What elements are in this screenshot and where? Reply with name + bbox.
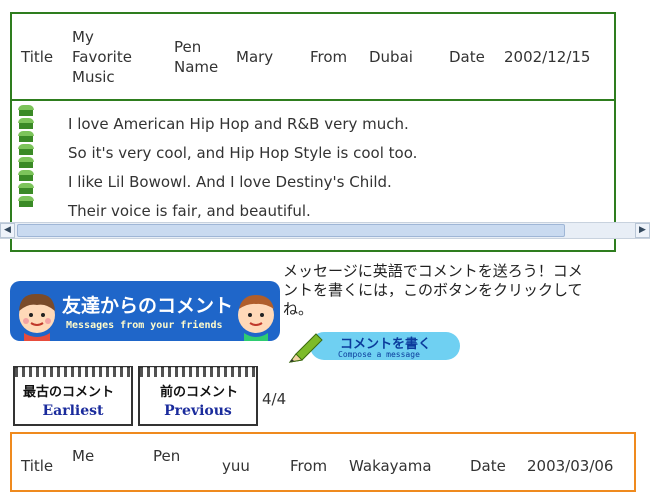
date-value: 2003/03/06 (527, 457, 614, 475)
title-value-line3: Music (72, 68, 115, 86)
message-line: I like Lil Bowowl. And I love Destiny's … (68, 173, 392, 191)
pen-name-value: Mary (236, 48, 274, 66)
chevron-left-icon[interactable]: ◀ (0, 223, 15, 238)
pen-name-value: yuu (222, 457, 250, 475)
date-label: Date (449, 48, 485, 66)
earliest-button[interactable]: 最古のコメント Earliest (13, 366, 133, 426)
banner-title: 友達からのコメント (62, 295, 234, 317)
friends-comments-banner: 友達からのコメント Messages from your friends (10, 281, 280, 341)
title-value: Me (72, 447, 95, 465)
from-value: Dubai (369, 48, 413, 66)
previous-button[interactable]: 前のコメント Previous (138, 366, 258, 426)
earliest-button-label-jp[interactable]: 最古のコメント (23, 381, 114, 400)
previous-button-label[interactable]: Previous (140, 403, 256, 419)
date-value: 2002/12/15 (504, 48, 591, 66)
pencil-icon (288, 333, 323, 363)
page-count: 4/4 (262, 390, 287, 408)
pen-label-line2: Name (174, 58, 219, 76)
title-label: Title (21, 457, 54, 475)
title-value-line1: My (72, 28, 94, 46)
from-label: From (290, 457, 328, 475)
compose-comment-button[interactable]: コメントを書く Compose a message (286, 328, 460, 366)
earliest-button-label[interactable]: Earliest (15, 403, 131, 419)
message-body: I love American Hip Hop and R&B very muc… (12, 101, 614, 221)
message-header: Title My Favorite Music Pen Name Mary Fr… (12, 14, 614, 101)
chevron-right-icon[interactable]: ▶ (635, 223, 650, 238)
message-card: Title My Favorite Music Pen Name Mary Fr… (10, 12, 616, 252)
from-value: Wakayama (349, 457, 432, 475)
pen-label: Pen (153, 447, 181, 465)
message-line: Their voice is fair, and beautiful. (68, 202, 311, 220)
title-value-line2: Favorite (72, 48, 132, 66)
book-stack-icon (18, 105, 36, 209)
calendar-rings-icon (15, 367, 131, 377)
title-label: Title (21, 48, 54, 66)
comment-instructions: メッセージに英語でコメントを送ろう！コメントを書くには，このボタンをクリックして… (283, 262, 583, 318)
horizontal-scrollbar[interactable]: ◀ ▶ (0, 222, 650, 239)
from-label: From (310, 48, 348, 66)
calendar-rings-icon (140, 367, 256, 377)
date-label: Date (470, 457, 506, 475)
banner-subtitle: Messages from your friends (66, 320, 223, 331)
scrollbar-thumb[interactable] (17, 224, 565, 237)
compose-button-sublabel[interactable]: Compose a message (338, 350, 420, 359)
pen-label-line1: Pen (174, 38, 202, 56)
message-line: So it's very cool, and Hip Hop Style is … (68, 144, 418, 162)
message-card: Title Me Pen yuu From Wakayama Date 2003… (10, 432, 636, 492)
message-line: I love American Hip Hop and R&B very muc… (68, 115, 409, 133)
previous-button-label-jp[interactable]: 前のコメント (160, 381, 238, 400)
